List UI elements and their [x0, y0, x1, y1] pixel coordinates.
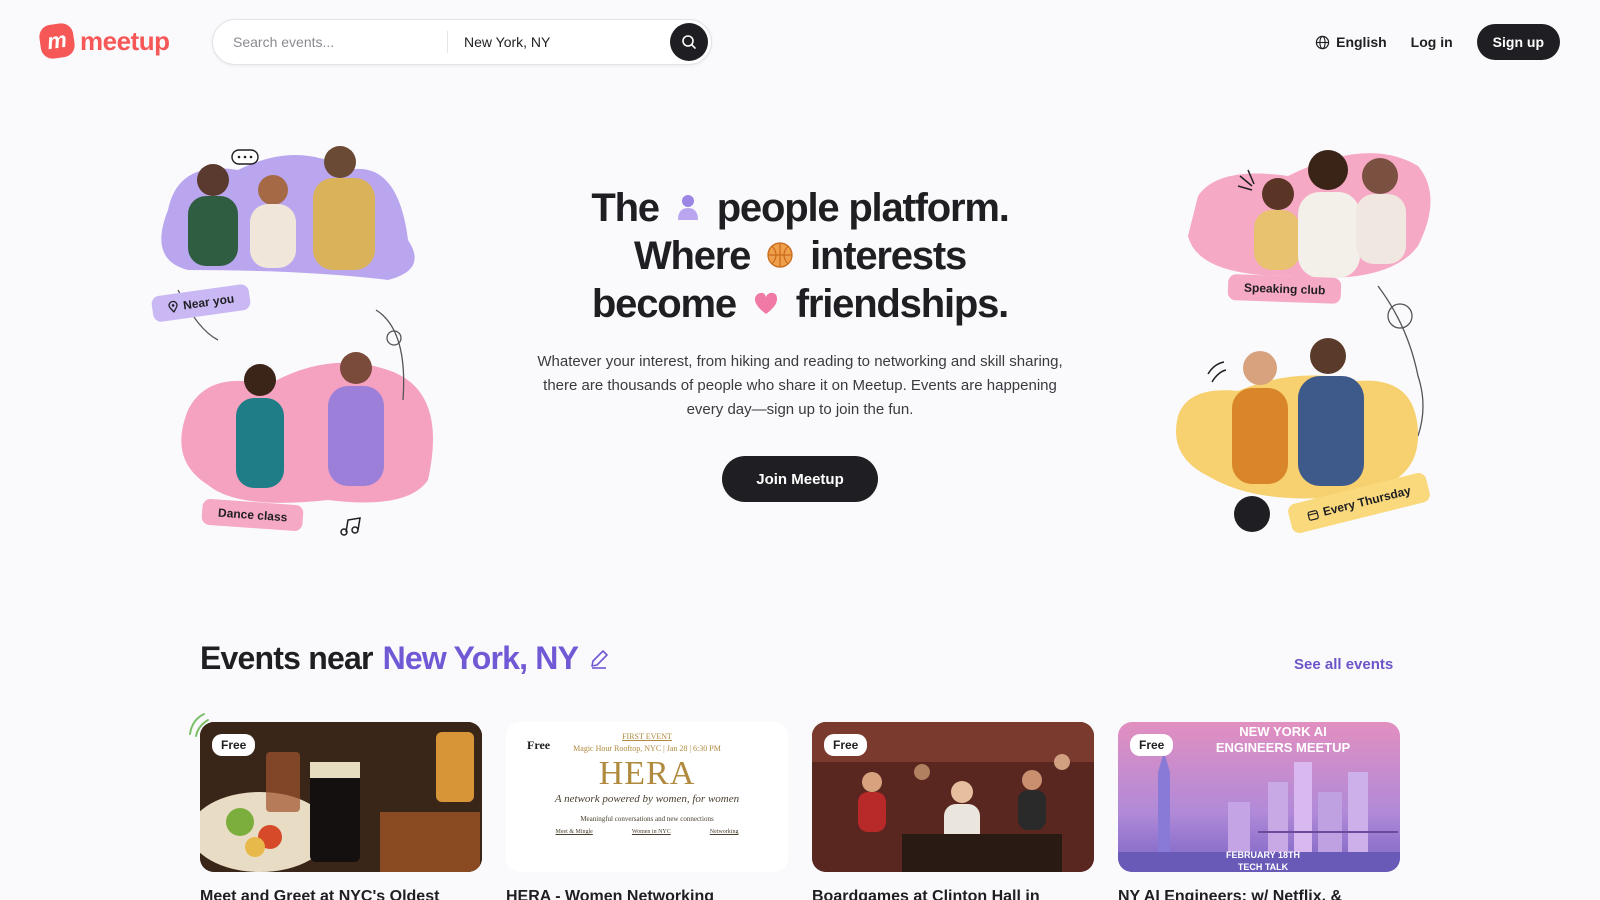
person-icon — [677, 195, 698, 221]
site-header: m meetup English Log in Sign up — [0, 0, 1600, 84]
left-collage: Near you Dance class — [148, 140, 448, 550]
search-icon — [682, 35, 696, 49]
collage-illustration-left — [161, 146, 433, 536]
tag-near-you-label: Near you — [182, 291, 236, 313]
event-image-boardgames: Free — [812, 722, 1094, 872]
hero-subtitle: Whatever your interest, from hiking and … — [537, 353, 1063, 418]
hero-title: The people platform. Where interests bec… — [470, 184, 1130, 328]
event-image-food-drinks: Free — [200, 722, 482, 872]
search-divider — [447, 31, 448, 53]
events-heading-text: Events near — [200, 640, 373, 676]
login-link[interactable]: Log in — [1411, 34, 1453, 50]
basketball-icon — [767, 242, 793, 269]
hero-line3-end: friendships. — [795, 282, 1010, 326]
right-collage: Speaking club Every Thursday — [1168, 136, 1458, 546]
event-card[interactable]: Free Meet and Greet at NYC's Oldest — [200, 722, 482, 900]
poster-subtext: Meaningful conversations and new connect… — [580, 815, 714, 823]
poster-tag: Women in NYC — [631, 829, 671, 835]
see-all-events-link[interactable]: See all events — [1294, 656, 1393, 673]
hero-line2-start: Where — [633, 234, 751, 278]
calendar-icon — [1307, 509, 1319, 521]
hero-line3-start: become — [591, 282, 737, 326]
hero-line1-end: people platform. — [716, 186, 1010, 230]
logo-mark-icon: m — [37, 21, 77, 61]
location-input[interactable] — [464, 34, 674, 50]
poster-ai-title: NEW YORK AI ENGINEERS MEETUP — [1215, 724, 1351, 755]
event-title[interactable]: Meet and Greet at NYC's Oldest — [200, 888, 482, 900]
event-title[interactable]: Boardgames at Clinton Hall in — [812, 888, 1094, 900]
event-card[interactable]: FIRST EVENT Magic Hour Rooftop, NYC | Ja… — [506, 722, 788, 900]
event-title[interactable]: HERA - Women Networking — [506, 888, 788, 900]
search-input[interactable] — [233, 34, 443, 50]
events-heading: Events near New York, NY — [200, 640, 610, 677]
free-badge: Free — [824, 734, 868, 756]
search-bar — [212, 19, 712, 65]
globe-icon — [1315, 35, 1330, 49]
event-title[interactable]: NY AI Engineers: w/ Netflix, & — [1118, 888, 1400, 900]
tag-dance-class-label: Dance class — [217, 505, 288, 525]
poster-ai-sub: TECH TALK — [1237, 862, 1289, 872]
logo-text: meetup — [80, 25, 170, 56]
events-city-link[interactable]: New York, NY — [383, 640, 579, 677]
free-badge: Free — [212, 734, 256, 756]
map-pin-icon — [168, 300, 178, 313]
free-badge: Free — [1130, 734, 1174, 756]
hero-line1-start: The — [591, 186, 660, 230]
poster-tagline: A network powered by women, for women — [554, 793, 740, 805]
event-card[interactable]: Free Boardgames at Clinton Hall in — [812, 722, 1094, 900]
language-selector[interactable]: English — [1315, 34, 1387, 50]
edit-pencil-icon[interactable] — [588, 648, 610, 670]
hero-line2-end: interests — [810, 234, 967, 278]
join-meetup-button[interactable]: Join Meetup — [722, 456, 878, 502]
event-image-hera-poster: FIRST EVENT Magic Hour Rooftop, NYC | Ja… — [506, 722, 788, 872]
search-button[interactable] — [670, 23, 708, 61]
event-image-ai-engineers: NEW YORK AI ENGINEERS MEETUP FEBRUARY 18… — [1118, 722, 1400, 872]
meetup-logo[interactable]: m meetup — [37, 21, 170, 61]
poster-hera-title: HERA — [598, 755, 696, 792]
free-badge: Free — [518, 734, 560, 757]
tag-speaking-club: Speaking club — [1227, 274, 1342, 304]
tag-speaking-club-label: Speaking club — [1243, 280, 1326, 298]
poster-tag: Networking — [709, 829, 739, 835]
event-card[interactable]: NEW YORK AI ENGINEERS MEETUP FEBRUARY 18… — [1118, 722, 1400, 900]
signup-button[interactable]: Sign up — [1476, 24, 1560, 60]
poster-ai-date: FEBRUARY 18TH — [1225, 850, 1300, 860]
heart-icon — [754, 293, 777, 315]
poster-tag: Meet & Mingle — [555, 829, 593, 835]
header-nav: English Log in Sign up — [1315, 24, 1560, 60]
language-label: English — [1336, 34, 1387, 50]
